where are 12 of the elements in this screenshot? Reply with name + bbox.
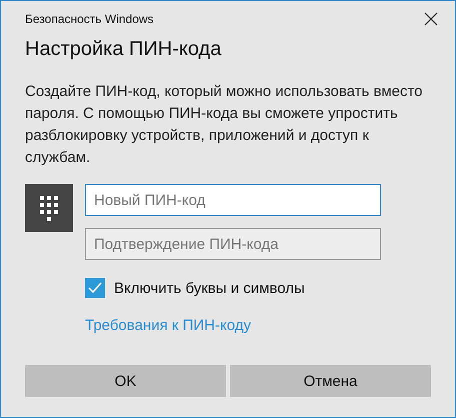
checkbox[interactable] [85,278,105,298]
dialog-heading: Настройка ПИН-кода [25,38,222,62]
keypad-icon [25,184,73,232]
checkmark-icon [88,282,102,294]
description-text: Создайте ПИН-код, который можно использовать вместо пароля. С помощью ПИН-кода вы сможете упростить разблокировку устройств, приложений и доступ к службам. [25,82,424,168]
cancel-button[interactable]: Отмена [230,365,431,397]
pin-input-field[interactable]: Подтверждение ПИН-кода [85,228,381,260]
pin-input-field[interactable]: Новый ПИН-код [85,184,381,216]
window-title: Безопасность Windows [25,12,154,26]
ok-button[interactable]: OK [25,365,226,397]
checkbox-label: Включить буквы и символы [114,280,305,296]
close-icon[interactable] [424,12,438,26]
